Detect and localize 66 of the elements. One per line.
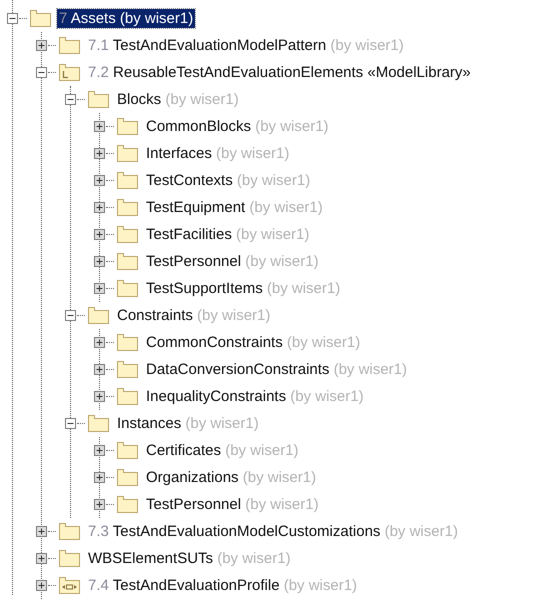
folder-icon xyxy=(117,226,138,243)
collapse-icon[interactable] xyxy=(7,13,18,24)
tree-item-label[interactable]: 7.4 TestAndEvaluationProfile (by wiser1) xyxy=(86,576,360,595)
folder-icon xyxy=(30,10,51,27)
tree-item-label[interactable]: WBSElementSUTs (by wiser1) xyxy=(86,549,293,568)
collapse-icon[interactable] xyxy=(65,310,76,321)
tree-item-label[interactable]: Blocks (by wiser1) xyxy=(115,90,241,109)
tree-item-label[interactable]: 7.3 TestAndEvaluationModelCustomizations (by wiser1) xyxy=(86,522,460,541)
tree-item-label[interactable]: TestFacilities (by wiser1) xyxy=(144,225,312,244)
tree-item-label[interactable]: CommonBlocks (by wiser1) xyxy=(144,117,331,136)
collapse-icon[interactable] xyxy=(36,67,47,78)
collapse-icon[interactable] xyxy=(65,94,76,105)
tree-item-label[interactable]: 7 Assets (by wiser1) xyxy=(57,9,196,28)
tree-item-label[interactable]: Organizations (by wiser1) xyxy=(144,468,318,487)
folder-icon xyxy=(59,523,80,540)
folder-icon xyxy=(117,172,138,189)
folder-icon xyxy=(117,118,138,135)
expand-icon[interactable] xyxy=(94,121,105,132)
expand-icon[interactable] xyxy=(94,337,105,348)
expand-icon[interactable] xyxy=(94,499,105,510)
folder-icon xyxy=(117,496,138,513)
expand-icon[interactable] xyxy=(36,580,47,591)
expand-icon[interactable] xyxy=(36,553,47,564)
folder-icon xyxy=(117,361,138,378)
folder-icon xyxy=(117,334,138,351)
expand-icon[interactable] xyxy=(94,472,105,483)
tree-item-label[interactable]: TestContexts (by wiser1) xyxy=(144,171,312,190)
tree-item-label[interactable]: CommonConstraints (by wiser1) xyxy=(144,333,362,352)
tree-item-label[interactable]: DataConversionConstraints (by wiser1) xyxy=(144,360,409,379)
tree-item-label[interactable]: Constraints (by wiser1) xyxy=(115,306,272,325)
expand-icon[interactable] xyxy=(94,283,105,294)
folder-icon xyxy=(117,442,138,459)
folder-icon xyxy=(117,199,138,216)
folder-icon xyxy=(59,550,80,567)
folder-icon xyxy=(117,469,138,486)
expand-icon[interactable] xyxy=(94,445,105,456)
tree-item-label[interactable]: Interfaces (by wiser1) xyxy=(144,144,292,163)
folder-icon xyxy=(88,307,109,324)
expand-icon[interactable] xyxy=(36,40,47,51)
tree-item-label[interactable]: 7.2 ReusableTestAndEvaluationElements «ModelLibrary» xyxy=(86,63,473,82)
tree-item-label[interactable]: Certificates (by wiser1) xyxy=(144,441,301,460)
folder-icon xyxy=(117,388,138,405)
expand-icon[interactable] xyxy=(94,229,105,240)
tree-item-label[interactable]: InequalityConstraints (by wiser1) xyxy=(144,387,366,406)
collapse-icon[interactable] xyxy=(65,418,76,429)
tree-item-label[interactable]: 7.1 TestAndEvaluationModelPattern (by wiser1) xyxy=(86,36,406,55)
tree-item-label[interactable]: TestSupportItems (by wiser1) xyxy=(144,279,342,298)
tree-item-label[interactable]: TestPersonnel (by wiser1) xyxy=(144,252,321,271)
library-folder-icon xyxy=(59,64,80,81)
folder-icon xyxy=(88,91,109,108)
expand-icon[interactable] xyxy=(94,256,105,267)
expand-icon[interactable] xyxy=(94,175,105,186)
tree-item-label[interactable]: Instances (by wiser1) xyxy=(115,414,261,433)
folder-icon xyxy=(117,145,138,162)
tree-item-label[interactable]: TestEquipment (by wiser1) xyxy=(144,198,325,217)
tree-item-label[interactable]: TestPersonnel (by wiser1) xyxy=(144,495,321,514)
folder-icon xyxy=(59,37,80,54)
profile-folder-icon xyxy=(59,577,80,594)
expand-icon[interactable] xyxy=(94,364,105,375)
folder-icon xyxy=(88,415,109,432)
expand-icon[interactable] xyxy=(94,202,105,213)
expand-icon[interactable] xyxy=(36,526,47,537)
expand-icon[interactable] xyxy=(94,148,105,159)
folder-icon xyxy=(117,280,138,297)
expand-icon[interactable] xyxy=(94,391,105,402)
folder-icon xyxy=(117,253,138,270)
